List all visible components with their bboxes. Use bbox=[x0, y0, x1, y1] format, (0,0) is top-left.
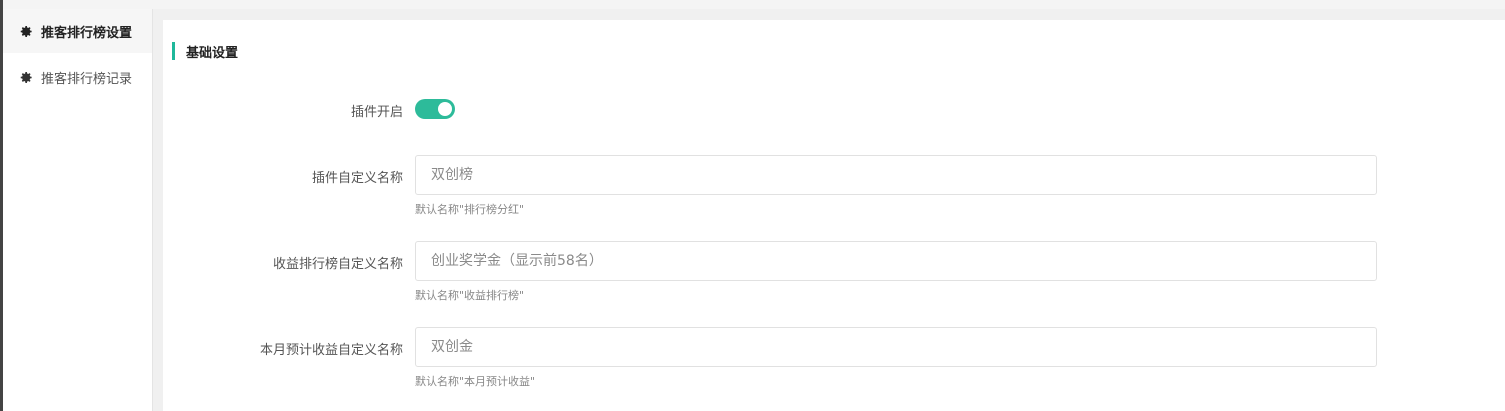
gear-icon bbox=[19, 24, 33, 38]
section-header: 基础设置 bbox=[172, 42, 239, 61]
plugin-enabled-label: 插件开启 bbox=[350, 105, 403, 120]
plugin-enabled-toggle[interactable] bbox=[415, 99, 455, 119]
section-title: 基础设置 bbox=[186, 45, 239, 61]
sidebar-item-ranking-settings[interactable]: 推客排行榜设置 bbox=[3, 9, 152, 53]
section-accent-bar bbox=[172, 42, 175, 60]
content-gutter bbox=[153, 9, 163, 411]
top-strip bbox=[3, 0, 1505, 9]
app-frame: 推客排行榜设置 推客排行榜记录 基础设置 插件开启 插件自定义名称 默认名称"排… bbox=[0, 0, 1505, 411]
monthly-estimate-name-label: 本月预计收益自定义名称 bbox=[259, 343, 403, 358]
plugin-name-input[interactable] bbox=[415, 155, 1377, 195]
income-rank-name-help: 默认名称"收益排行榜" bbox=[415, 289, 525, 302]
monthly-estimate-name-input[interactable] bbox=[415, 327, 1377, 367]
plugin-name-label: 插件自定义名称 bbox=[311, 171, 403, 186]
sidebar: 推客排行榜设置 推客排行榜记录 bbox=[3, 9, 153, 411]
sidebar-item-label: 推客排行榜记录 bbox=[41, 71, 133, 87]
plugin-name-help: 默认名称"排行榜分红" bbox=[415, 203, 525, 216]
income-rank-name-label: 收益排行榜自定义名称 bbox=[272, 257, 403, 272]
income-rank-name-input[interactable] bbox=[415, 241, 1377, 281]
toggle-knob bbox=[438, 102, 452, 116]
sidebar-item-label: 推客排行榜设置 bbox=[41, 25, 133, 41]
monthly-estimate-name-help: 默认名称"本月预计收益" bbox=[415, 375, 536, 388]
gear-icon bbox=[19, 70, 33, 84]
sidebar-item-ranking-records[interactable]: 推客排行榜记录 bbox=[3, 55, 152, 99]
settings-panel: 基础设置 插件开启 插件自定义名称 默认名称"排行榜分红" 收益排行榜自定义名称… bbox=[163, 20, 1505, 411]
